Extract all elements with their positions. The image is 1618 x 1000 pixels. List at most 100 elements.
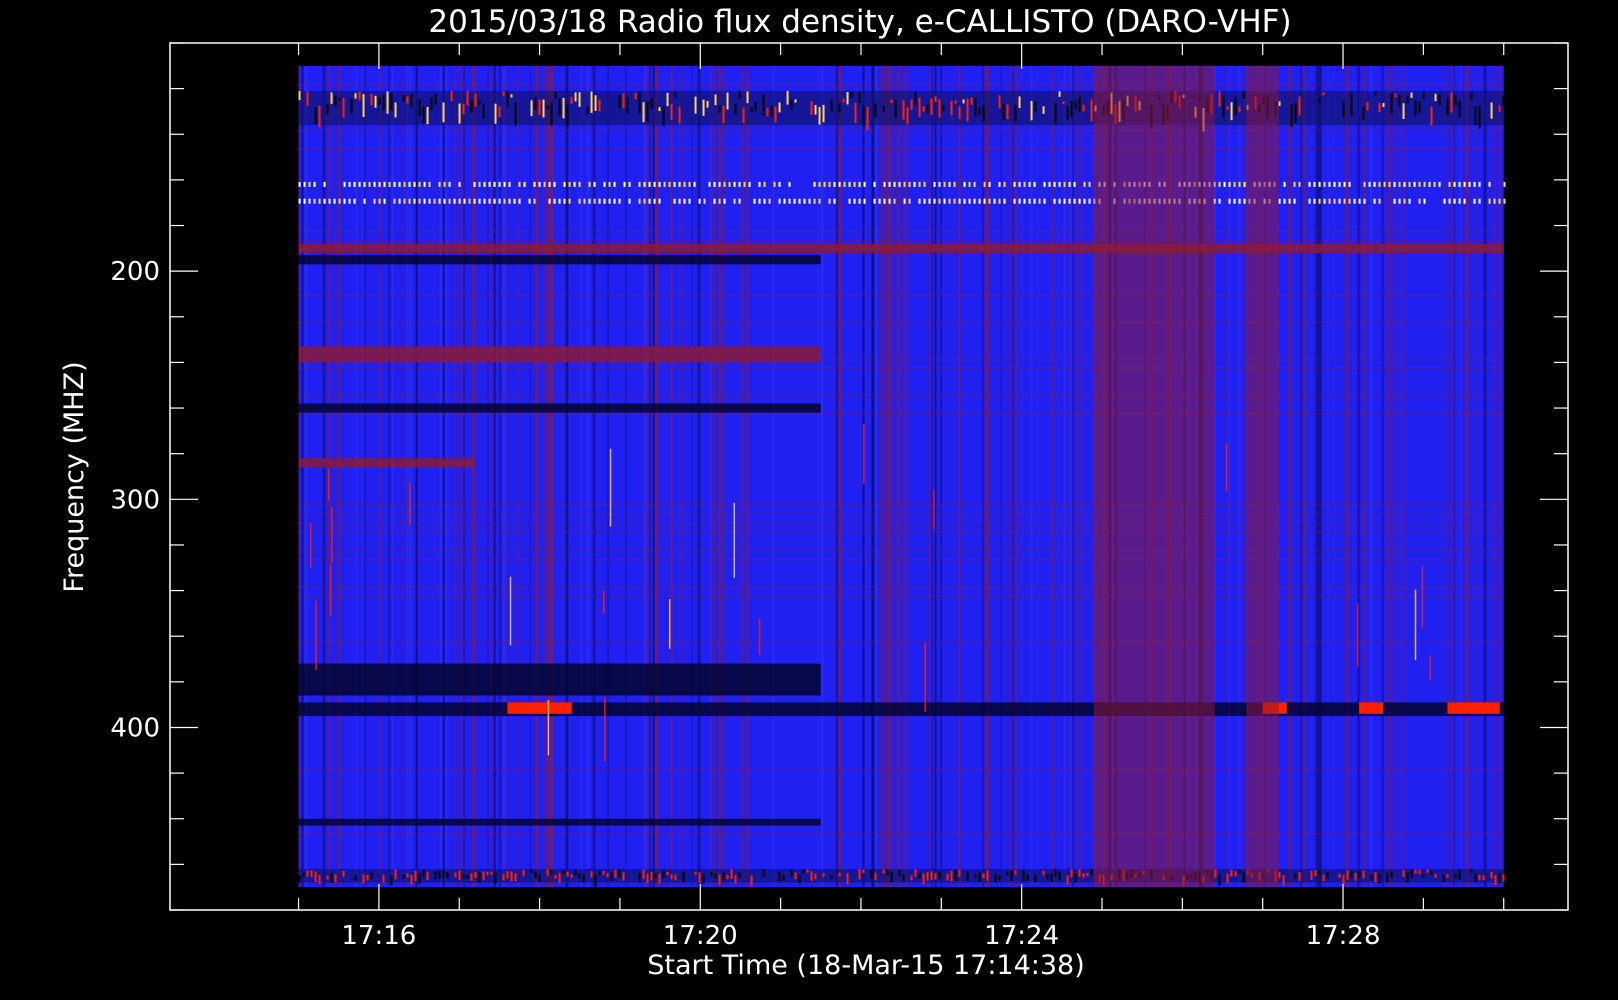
rfi-speck: [1350, 870, 1353, 879]
rfi-speck: [434, 93, 437, 105]
rfi-speck: [890, 871, 893, 883]
rfi-comb-mark: [738, 198, 741, 204]
heatmap-streak: [304, 65, 308, 888]
rfi-comb-mark: [503, 181, 506, 187]
rfi-speck: [938, 872, 941, 880]
rfi-speck: [930, 871, 933, 880]
rfi-speck: [986, 870, 989, 881]
rfi-speck: [482, 871, 485, 881]
rfi-speck: [1058, 871, 1061, 881]
rfi-comb-mark: [353, 181, 356, 187]
rfi-comb-mark: [1023, 181, 1026, 187]
rfi-comb-mark: [1043, 181, 1046, 187]
rfi-comb-mark: [1448, 181, 1451, 187]
rfi-speck: [650, 871, 653, 881]
rfi-speck: [598, 870, 601, 876]
rfi-speck: [862, 106, 865, 127]
rfi-comb-mark: [918, 181, 921, 187]
rfi-comb-mark: [813, 181, 816, 187]
rfi-speck: [1046, 874, 1049, 880]
rfi-comb-mark: [873, 181, 876, 187]
heatmap-streak: [1474, 65, 1476, 888]
rfi-comb-mark: [988, 198, 991, 204]
rfi-speck: [374, 95, 377, 108]
rfi-comb-mark: [1033, 181, 1036, 187]
rfi-speck: [858, 91, 861, 103]
rfi-speck: [890, 99, 893, 104]
rfi-speck: [1226, 873, 1229, 883]
rfi-speck: [978, 872, 981, 882]
rfi-comb-mark: [1013, 198, 1016, 204]
radio-burst: [1359, 702, 1384, 714]
rfi-speck: [554, 91, 557, 99]
rfi-comb-mark: [808, 198, 811, 204]
rfi-comb-mark: [768, 198, 771, 204]
rfi-speck: [1018, 96, 1021, 109]
rfi-speck: [1374, 91, 1377, 96]
rfi-comb-mark: [1218, 198, 1221, 204]
rfi-comb-mark: [588, 198, 591, 204]
rfi-speck: [514, 102, 517, 126]
rfi-comb-mark: [658, 181, 661, 187]
rfi-comb-mark: [1003, 198, 1006, 204]
heatmap-streak: [364, 65, 366, 888]
rfi-comb-mark: [413, 198, 416, 204]
rfi-comb-mark: [398, 198, 401, 204]
rfi-speck: [1006, 104, 1009, 120]
rfi-comb-mark: [1408, 181, 1411, 187]
rfi-speck: [382, 875, 385, 883]
heatmap-streak: [697, 65, 701, 888]
rfi-comb-mark: [1078, 198, 1081, 204]
rfi-comb-mark: [418, 181, 421, 187]
rfi-comb-mark: [583, 198, 586, 204]
rfi-speck: [442, 870, 445, 878]
rfi-comb-mark: [848, 181, 851, 187]
rfi-speck: [1430, 106, 1433, 126]
rfi-comb-mark: [368, 181, 371, 187]
rfi-speck: [762, 869, 765, 877]
spike-artefact: [758, 618, 761, 655]
rfi-speck: [594, 875, 597, 887]
rfi-speck: [1418, 869, 1421, 875]
rfi-comb-mark: [1503, 181, 1506, 187]
heatmap-streak: [463, 65, 465, 888]
rfi-comb-mark: [683, 181, 686, 187]
rfi-comb-mark: [708, 181, 711, 187]
rfi-speck: [814, 873, 817, 880]
rfi-comb-mark: [863, 181, 866, 187]
spike-artefact: [1225, 442, 1228, 492]
rfi-comb-mark: [413, 181, 416, 187]
heatmap-streak: [487, 65, 489, 888]
rfi-speck: [446, 872, 449, 879]
rfi-speck: [866, 107, 869, 131]
rfi-speck: [1238, 869, 1241, 874]
rfi-speck: [1438, 94, 1441, 106]
rfi-comb-mark: [1063, 198, 1066, 204]
rfi-comb-mark: [578, 198, 581, 204]
spike-artefact: [863, 423, 865, 484]
rfi-speck: [702, 873, 705, 884]
rfi-speck: [1058, 91, 1061, 97]
rfi-comb-mark: [788, 198, 791, 204]
heatmap-stripe: [298, 768, 1504, 771]
rfi-speck: [406, 873, 409, 878]
heatmap-streak: [721, 65, 724, 888]
rfi-comb-mark: [803, 198, 806, 204]
spike-artefact: [327, 469, 330, 501]
heatmap-streak: [931, 65, 933, 888]
rfi-comb-mark: [453, 198, 456, 204]
rfi-comb-mark: [813, 198, 816, 204]
emission-band: [298, 663, 821, 696]
heatmap-streak: [493, 65, 496, 888]
rfi-speck: [1314, 869, 1317, 877]
emission-band: [298, 403, 821, 413]
rfi-speck: [382, 94, 385, 111]
rfi-speck: [574, 92, 577, 102]
rfi-speck: [950, 101, 953, 116]
heatmap-streak: [865, 65, 867, 888]
rfi-comb-mark: [1058, 198, 1061, 204]
rfi-comb-mark: [888, 198, 891, 204]
heatmap-streak: [712, 65, 716, 888]
rfi-speck: [922, 873, 925, 885]
rfi-comb-mark: [823, 181, 826, 187]
